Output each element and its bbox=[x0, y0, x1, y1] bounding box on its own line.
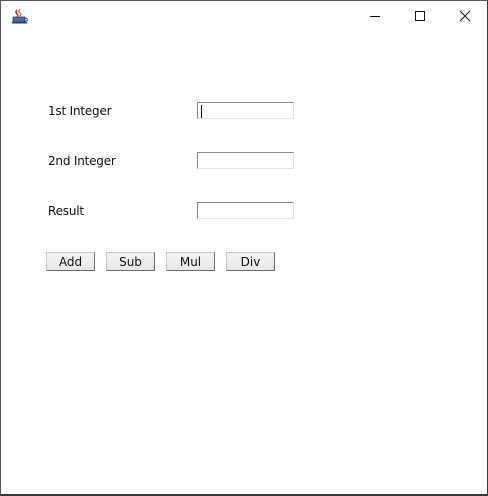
sub-button[interactable]: Sub bbox=[106, 252, 155, 271]
maximize-button[interactable] bbox=[397, 1, 443, 32]
title-bar[interactable] bbox=[1, 1, 487, 32]
maximize-icon bbox=[414, 7, 426, 26]
first-integer-label: 1st Integer bbox=[48, 104, 112, 118]
close-icon bbox=[459, 7, 471, 26]
mul-button[interactable]: Mul bbox=[166, 252, 215, 271]
second-integer-input[interactable] bbox=[197, 152, 294, 169]
div-button[interactable]: Div bbox=[226, 252, 275, 271]
add-button[interactable]: Add bbox=[46, 252, 95, 271]
second-integer-label: 2nd Integer bbox=[48, 154, 116, 168]
result-input[interactable] bbox=[197, 202, 294, 219]
close-button[interactable] bbox=[442, 1, 488, 32]
text-caret bbox=[201, 105, 202, 118]
minimize-icon bbox=[369, 7, 381, 26]
app-window: 1st Integer 2nd Integer Result Add Sub M… bbox=[0, 0, 488, 496]
java-coffee-cup-icon bbox=[12, 8, 28, 24]
minimize-button[interactable] bbox=[352, 1, 398, 32]
result-label: Result bbox=[48, 204, 84, 218]
first-integer-input[interactable] bbox=[197, 102, 294, 119]
